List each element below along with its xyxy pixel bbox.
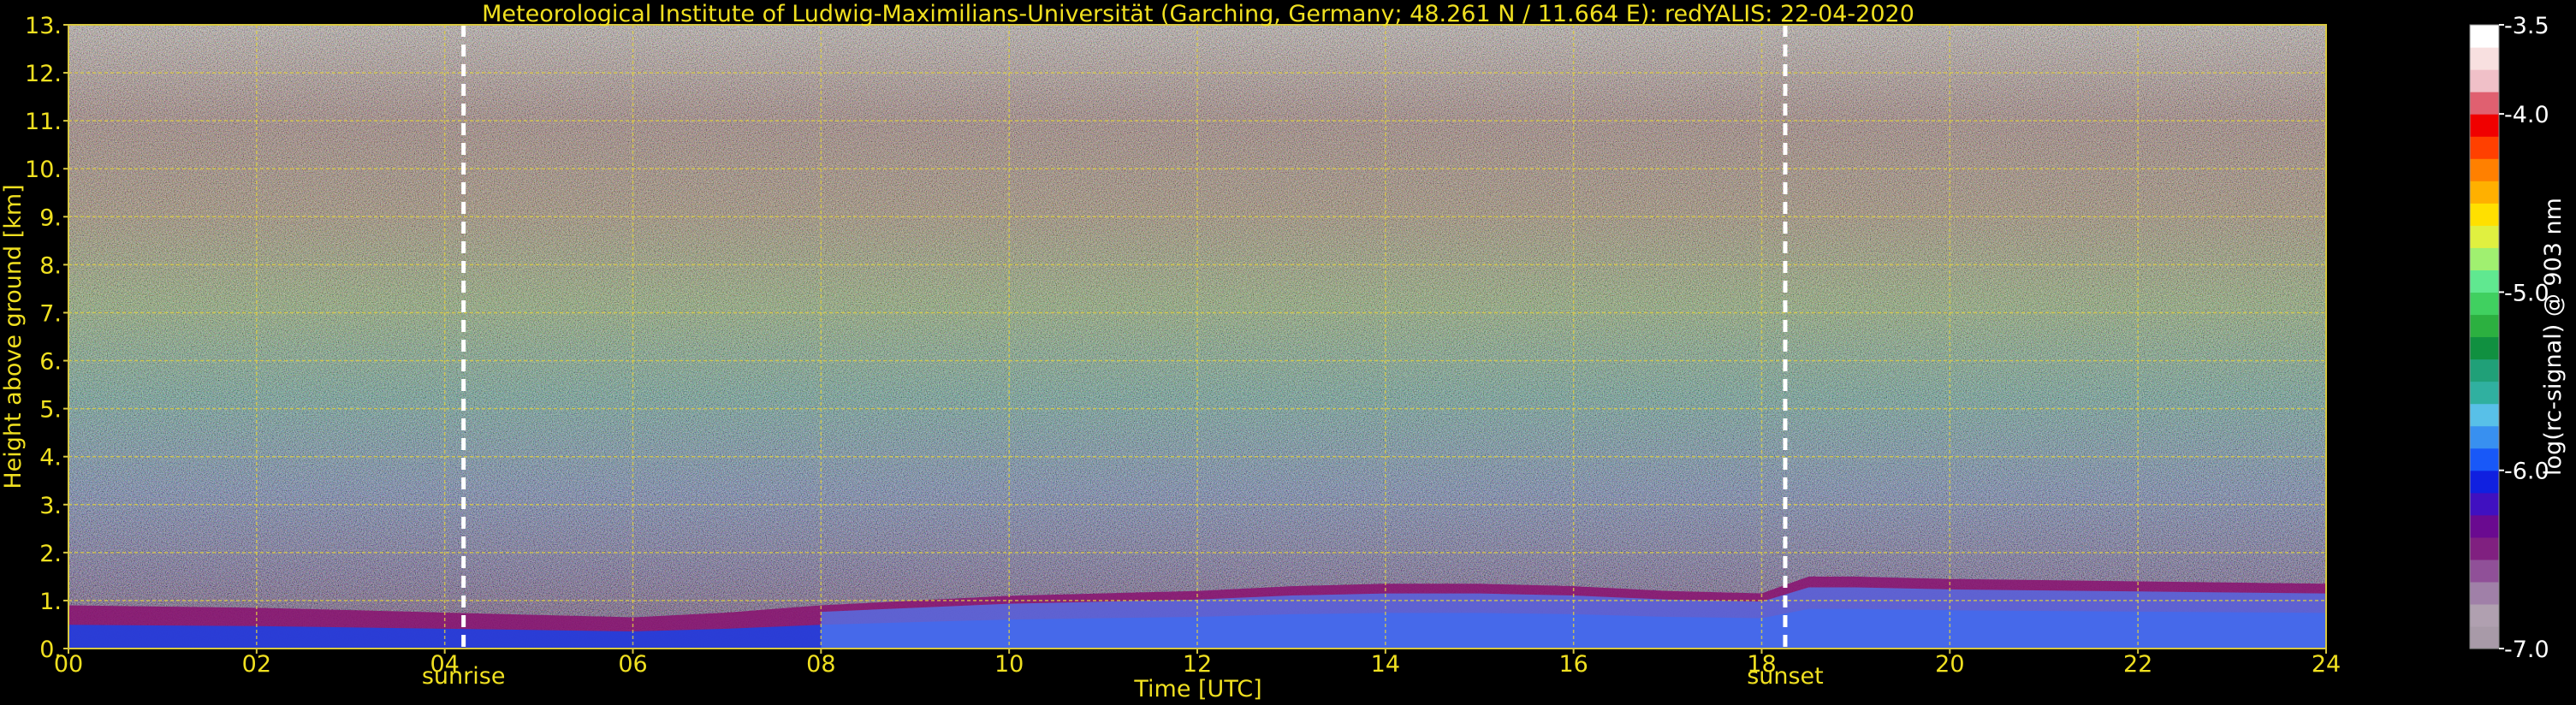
colorbar-segment xyxy=(2470,514,2499,538)
x-tick-label: 14 xyxy=(1371,651,1400,678)
plot-area xyxy=(68,24,2327,649)
y-tick-label: 8. xyxy=(39,252,62,279)
colorbar-segment xyxy=(2470,158,2499,181)
y-tick-label: 6. xyxy=(39,349,62,376)
colorbar-segment xyxy=(2470,136,2499,159)
colorbar-segment xyxy=(2470,336,2499,360)
y-tick-label: 2. xyxy=(39,541,62,567)
colorbar-segment xyxy=(2470,492,2499,516)
y-tick-label: 0. xyxy=(39,637,62,663)
colorbar-segment xyxy=(2470,559,2499,583)
colorbar-segment xyxy=(2470,314,2499,338)
colorbar-segment xyxy=(2470,270,2499,293)
x-tick-label: 16 xyxy=(1558,651,1588,678)
x-tick-label: 18 xyxy=(1747,651,1776,678)
x-tick-label: 20 xyxy=(1935,651,1964,678)
colorbar-segment xyxy=(2470,403,2499,427)
colorbar-segment xyxy=(2470,425,2499,449)
colorbar-segment xyxy=(2470,625,2499,649)
y-tick-label: 3. xyxy=(39,493,62,519)
chart-title: Meteorological Institute of Ludwig-Maxim… xyxy=(482,1,1914,27)
colorbar-tick-label: -3.5 xyxy=(2504,13,2549,39)
colorbar-segment xyxy=(2470,69,2499,92)
colorbar-segment xyxy=(2470,114,2499,137)
colorbar-segment xyxy=(2470,358,2499,382)
colorbar-tick-label: -7.0 xyxy=(2504,637,2549,663)
y-tick-label: 11. xyxy=(25,109,62,135)
colorbar-segment xyxy=(2470,603,2499,627)
colorbar-segment xyxy=(2470,381,2499,405)
colorbar-segment xyxy=(2470,581,2499,605)
colorbar-segment xyxy=(2470,181,2499,204)
x-tick-label: 06 xyxy=(618,651,647,678)
colorbar-segment xyxy=(2470,536,2499,560)
colorbar-segment xyxy=(2470,203,2499,226)
colorbar-segment xyxy=(2470,92,2499,115)
colorbar-segment xyxy=(2470,25,2499,48)
colorbar-segment xyxy=(2470,47,2499,70)
colorbar-segment xyxy=(2470,292,2499,316)
colorbar-tick-label: -4.0 xyxy=(2504,102,2549,128)
colorbar-segment xyxy=(2470,447,2499,471)
x-tick-label: 22 xyxy=(2123,651,2152,678)
y-tick-label: 5. xyxy=(39,397,62,424)
colorbar-label: log(rc-signal) @ 903 nm xyxy=(2540,198,2567,476)
y-tick-label: 1. xyxy=(39,589,62,615)
x-tick-label: 12 xyxy=(1183,651,1212,678)
colorbar-segment xyxy=(2470,225,2499,248)
x-tick-label: 24 xyxy=(2312,651,2341,678)
x-tick-label: 04 xyxy=(430,651,459,678)
y-tick-label: 9. xyxy=(39,204,62,231)
colorbar-segment xyxy=(2470,247,2499,270)
x-tick-label: 10 xyxy=(994,651,1024,678)
lidar-time-height-chart: sunrise sunset00 02 04 06 08 10 12 14 16 18 20 22 240… xyxy=(0,0,2576,705)
y-tick-label: 13. xyxy=(25,13,62,39)
colorbar-segment xyxy=(2470,470,2499,494)
y-axis-label: Height above ground [km] xyxy=(0,184,27,489)
x-axis-label: Time [UTC] xyxy=(1133,676,1261,702)
y-tick-label: 7. xyxy=(39,300,62,327)
y-tick-label: 10. xyxy=(25,157,62,183)
x-tick-label: 02 xyxy=(242,651,271,678)
y-tick-label: 12. xyxy=(25,61,62,87)
x-tick-label: 08 xyxy=(806,651,835,678)
y-tick-label: 4. xyxy=(39,445,62,471)
